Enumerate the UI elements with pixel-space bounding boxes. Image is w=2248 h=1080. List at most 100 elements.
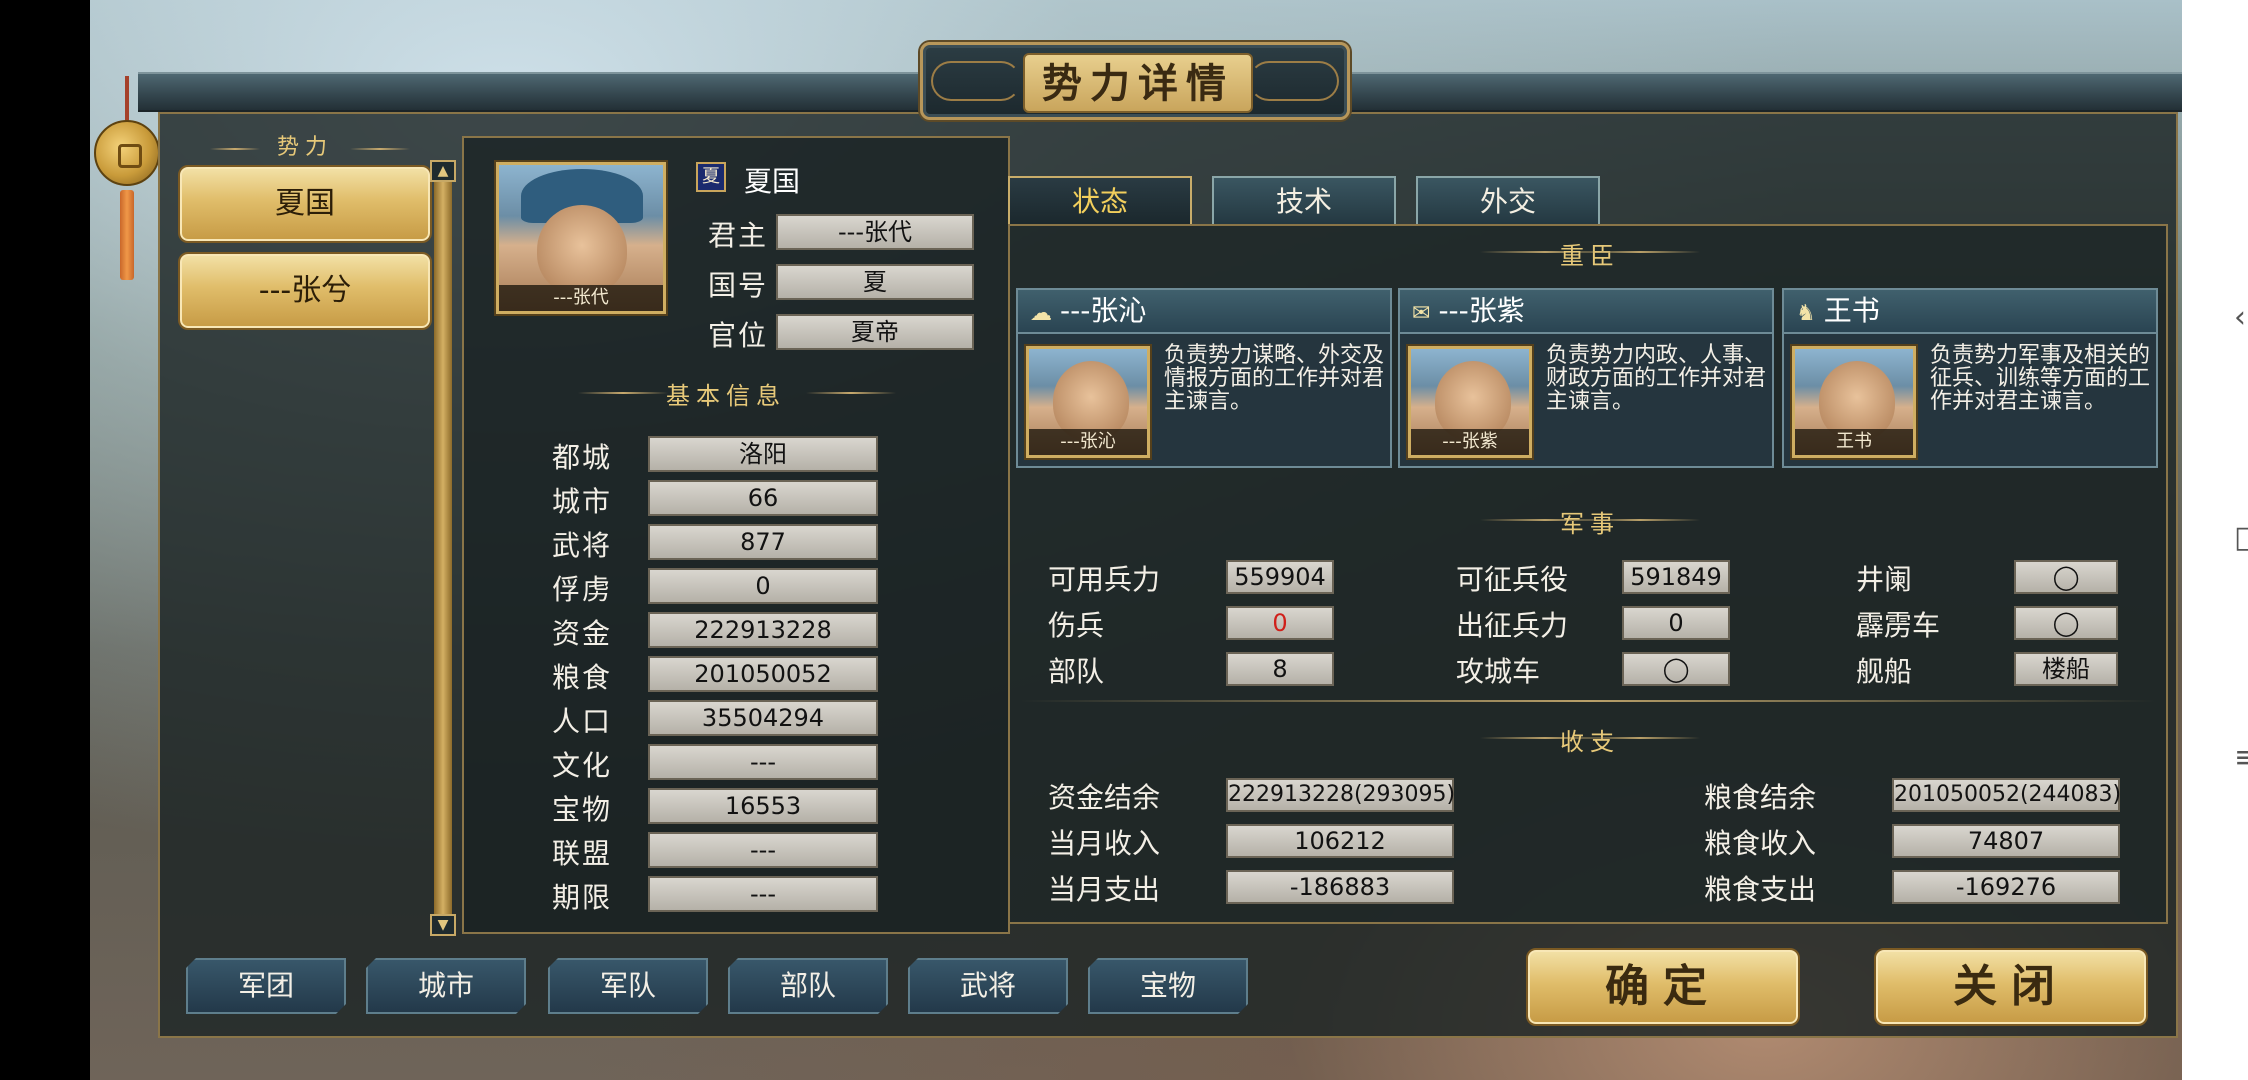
nav-legion-button[interactable]: 军团 (186, 958, 346, 1014)
military-value: 0 (1622, 606, 1730, 640)
military-title: 军事 (1560, 510, 1620, 538)
finance-value: 106212 (1226, 824, 1454, 858)
portrait-name-tag: ---张紫 (1411, 429, 1529, 455)
basic-info-value: 66 (648, 480, 878, 516)
basic-info-label: 资金 (552, 617, 613, 650)
military-label: 可用兵力 (1048, 563, 1161, 596)
military-value: 591849 (1622, 560, 1730, 594)
basic-info-label: 俘虏 (552, 573, 613, 606)
minister-card-admin[interactable]: ✉ ---张紫 ---张紫 负责势力内政、人事、财政方面的工作并对君主谏言。 (1398, 288, 1774, 468)
nav-city-button[interactable]: 城市 (366, 958, 526, 1014)
military-label: 霹雳车 (1856, 609, 1941, 642)
finance-deco-right (1580, 737, 1700, 739)
minister-name: ---张紫 (1438, 294, 1525, 327)
finance-value: -169276 (1892, 870, 2120, 904)
finance-label: 资金结余 (1048, 781, 1161, 814)
back-chevron-icon[interactable]: ‹ (2234, 300, 2246, 335)
finance-label: 粮食支出 (1704, 873, 1817, 906)
military-value: ◯ (2014, 606, 2118, 640)
confirm-button[interactable]: 确定 (1526, 948, 1800, 1026)
finance-label: 粮食结余 (1704, 781, 1817, 814)
tab-status[interactable]: 状态 (1008, 176, 1192, 226)
military-label: 出征兵力 (1456, 609, 1569, 642)
nav-army-button[interactable]: 军队 (548, 958, 708, 1014)
portrait-face (537, 205, 627, 295)
basic-info-value: 35504294 (648, 700, 878, 736)
minister-description: 负责势力内政、人事、财政方面的工作并对君主谏言。 (1546, 343, 1767, 414)
window-title: 势力详情 (1023, 53, 1253, 113)
minister-description: 负责势力军事及相关的征兵、训练等方面的工作并对君主谏言。 (1930, 343, 2151, 414)
basic-info-value: 16553 (648, 788, 878, 824)
faction-list-item-xia[interactable]: 夏国 (178, 165, 432, 243)
basic-info-value: 877 (648, 524, 878, 560)
ministers-deco-right (1580, 251, 1700, 253)
faction-list-scrollbar[interactable] (434, 162, 452, 936)
pendant-coin-icon (94, 120, 160, 186)
menu-lines-icon[interactable]: ≡ (2234, 740, 2248, 775)
basic-info-value: --- (648, 832, 878, 868)
basic-info-label: 武将 (552, 529, 613, 562)
nav-treasure-button[interactable]: 宝物 (1088, 958, 1248, 1014)
faction-name: 夏国 (744, 165, 801, 198)
title-plaque: 势力详情 (920, 42, 1350, 120)
tab-diplomacy[interactable]: 外交 (1416, 176, 1600, 226)
ministers-title: 重臣 (1560, 242, 1620, 270)
finance-label: 当月收入 (1048, 827, 1161, 860)
minister-card-header: ♞ 王书 (1784, 290, 2156, 334)
minister-portrait: ---张沁 (1026, 346, 1150, 458)
country-name-value: 夏 (776, 264, 974, 300)
military-value: 559904 (1226, 560, 1334, 594)
military-label: 部队 (1048, 655, 1105, 688)
tab-technology[interactable]: 技术 (1212, 176, 1396, 226)
minister-card-header: ✉ ---张紫 (1400, 290, 1772, 334)
header-deco-left (210, 148, 260, 150)
portrait-name-tag: ---张代 (499, 285, 663, 311)
military-bottom-divider (1020, 700, 2156, 702)
ruler-portrait[interactable]: ---张代 (496, 162, 666, 314)
basic-info-value: 洛阳 (648, 436, 878, 472)
basic-info-value: 0 (648, 568, 878, 604)
minister-card-header: ☁ ---张沁 (1018, 290, 1390, 334)
military-value: 8 (1226, 652, 1334, 686)
horse-icon: ♞ (1796, 301, 1816, 326)
minister-name: 王书 (1823, 294, 1880, 327)
basic-info-value: 201050052 (648, 656, 878, 692)
scroll-down-arrow-icon[interactable]: ▼ (430, 914, 456, 936)
home-square-icon[interactable]: □ (2234, 520, 2248, 555)
faction-list-item-zhangxi[interactable]: ---张兮 (178, 252, 432, 330)
minister-card-military[interactable]: ♞ 王书 王书 负责势力军事及相关的征兵、训练等方面的工作并对君主谏言。 (1782, 288, 2158, 468)
admin-icon: ✉ (1412, 301, 1431, 326)
basic-info-label: 粮食 (552, 661, 613, 694)
finance-value: 74807 (1892, 824, 2120, 858)
military-value: 楼船 (2014, 652, 2118, 686)
basic-info-value: --- (648, 744, 878, 780)
minister-name: ---张沁 (1060, 294, 1147, 327)
nav-generals-button[interactable]: 武将 (908, 958, 1068, 1014)
military-deco-right (1580, 519, 1700, 521)
basic-info-label: 人口 (552, 705, 613, 738)
faction-flag: 夏 (696, 162, 726, 192)
rank-label: 官位 (708, 319, 769, 352)
close-button[interactable]: 关闭 (1874, 948, 2148, 1026)
basic-info-label: 都城 (552, 441, 613, 474)
basic-info-label: 文化 (552, 749, 613, 782)
scroll-up-arrow-icon[interactable]: ▲ (430, 160, 456, 182)
basic-info-deco-right (806, 392, 896, 394)
finance-value: 222913228(293095) (1226, 778, 1455, 812)
military-label: 井阑 (1856, 563, 1913, 596)
minister-description: 负责势力谋略、外交及情报方面的工作并对君主谏言。 (1164, 343, 1385, 414)
nav-unit-button[interactable]: 部队 (728, 958, 888, 1014)
finance-value: -186883 (1226, 870, 1454, 904)
minister-portrait: ---张紫 (1408, 346, 1532, 458)
military-value: 0 (1226, 606, 1334, 640)
basic-info-value: --- (648, 876, 878, 912)
finance-label: 粮食收入 (1704, 827, 1817, 860)
minister-portrait: 王书 (1792, 346, 1916, 458)
header-deco-right (350, 148, 410, 150)
rank-value: 夏帝 (776, 314, 974, 350)
basic-info-label: 期限 (552, 881, 613, 914)
military-label: 可征兵役 (1456, 563, 1569, 596)
minister-card-strategy[interactable]: ☁ ---张沁 ---张沁 负责势力谋略、外交及情报方面的工作并对君主谏言。 (1016, 288, 1392, 468)
basic-info-label: 城市 (552, 485, 613, 518)
military-label: 舰船 (1856, 655, 1913, 688)
